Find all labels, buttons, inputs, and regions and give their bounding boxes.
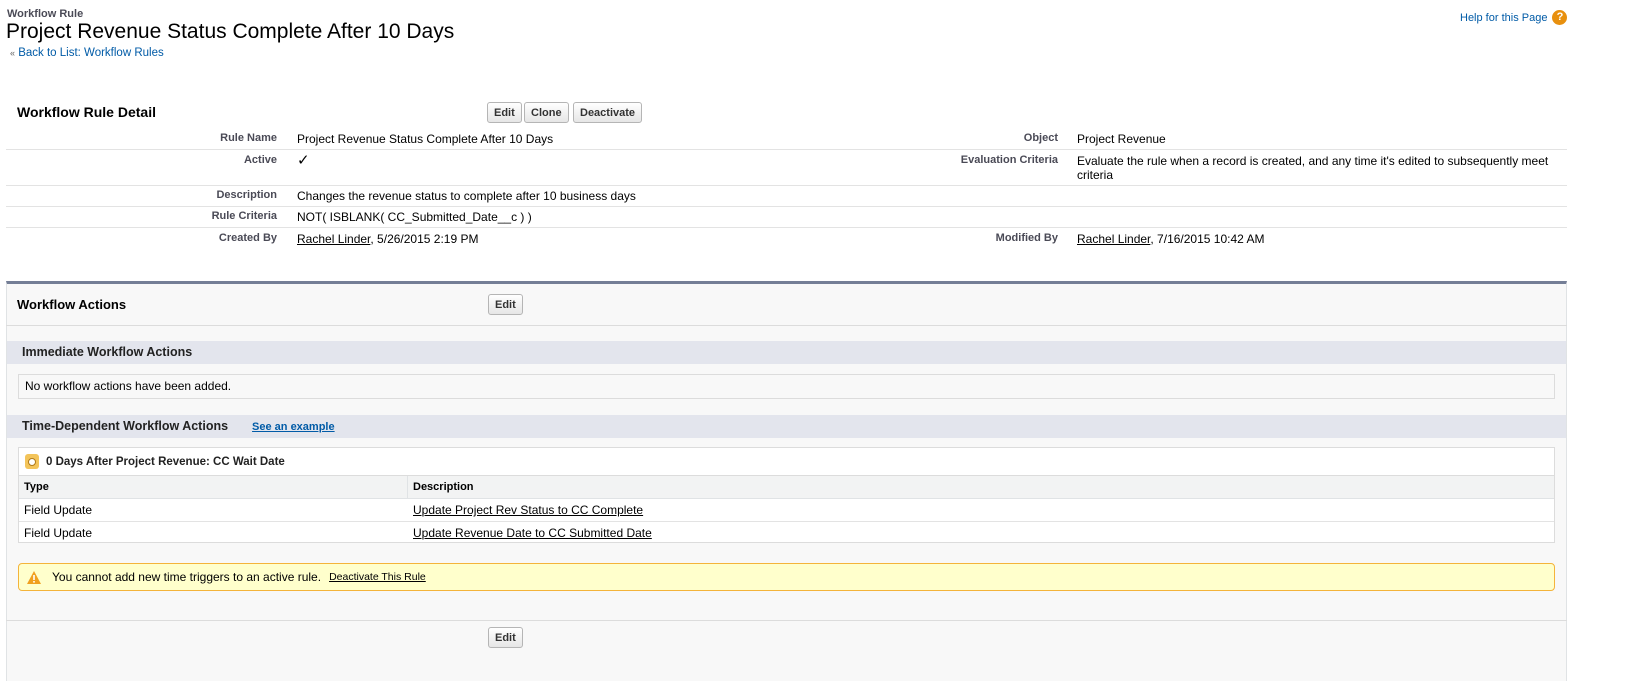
description-label: Description	[216, 189, 277, 201]
immediate-actions-empty: No workflow actions have been added.	[18, 374, 1555, 399]
active-label: Active	[243, 154, 277, 166]
time-trigger-header: 0 Days After Project Revenue: CC Wait Da…	[19, 448, 1554, 476]
created-by-user-link[interactable]: Rachel Linder	[297, 232, 370, 246]
back-link-text[interactable]: Back to List: Workflow Rules	[18, 47, 164, 59]
workflow-actions-title: Workflow Actions	[17, 297, 127, 312]
back-link[interactable]: « Back to List: Workflow Rules	[10, 47, 164, 59]
modified-date: , 7/16/2015 10:42 AM	[1150, 232, 1265, 246]
modified-by-value: Rachel Linder, 7/16/2015 10:42 AM	[1077, 232, 1567, 246]
divider	[6, 325, 1567, 326]
created-by-value: Rachel Linder, 5/26/2015 2:19 PM	[297, 232, 478, 246]
rule-name-value: Project Revenue Status Complete After 10…	[297, 132, 554, 146]
divider	[6, 620, 1567, 621]
edit-button[interactable]: Edit	[487, 102, 522, 123]
divider	[6, 206, 1567, 207]
rule-name-label: Rule Name	[220, 132, 277, 144]
time-trigger-box: 0 Days After Project Revenue: CC Wait Da…	[18, 447, 1555, 543]
row-description-link[interactable]: Update Revenue Date to CC Submitted Date	[408, 522, 652, 544]
time-dependent-title: Time-Dependent Workflow Actions	[22, 419, 229, 433]
warning-icon	[27, 570, 41, 584]
divider	[6, 227, 1567, 228]
warning-message: You cannot add new time triggers to an a…	[18, 563, 1555, 591]
detail-title: Workflow Rule Detail	[17, 104, 156, 120]
bottom-edit-button[interactable]: Edit	[488, 627, 523, 648]
immediate-actions-header: Immediate Workflow Actions	[7, 341, 1566, 364]
row-type: Field Update	[24, 503, 93, 517]
deactivate-rule-link[interactable]: Deactivate This Rule	[329, 571, 426, 583]
help-icon: ?	[1552, 10, 1568, 25]
modified-by-user-link[interactable]: Rachel Linder	[1077, 232, 1150, 246]
page-title: Project Revenue Status Complete After 10…	[6, 20, 455, 43]
time-dependent-header: Time-Dependent Workflow Actions See an ex…	[7, 415, 1566, 438]
table-header: Type Description	[19, 476, 1554, 499]
object-label: Object	[1023, 132, 1058, 144]
help-link-text[interactable]: Help for this Page	[1460, 12, 1547, 24]
warning-text: You cannot add new time triggers to an a…	[52, 570, 322, 584]
table-row: Field Update Update Project Rev Status t…	[19, 499, 1554, 522]
actions-edit-button[interactable]: Edit	[488, 294, 523, 315]
back-prefix: «	[10, 48, 16, 58]
table-row: Field Update Update Revenue Date to CC S…	[19, 522, 1554, 544]
rule-criteria-value: NOT( ISBLANK( CC_Submitted_Date__c ) )	[297, 210, 532, 224]
clone-button[interactable]: Clone	[524, 102, 569, 123]
page-type: Workflow Rule	[7, 8, 84, 20]
row-description-link[interactable]: Update Project Rev Status to CC Complete	[408, 499, 643, 521]
deactivate-button[interactable]: Deactivate	[573, 102, 643, 123]
row-type: Field Update	[24, 526, 93, 540]
description-value: Changes the revenue status to complete a…	[297, 189, 636, 203]
column-description: Description	[413, 481, 474, 493]
column-type: Type	[19, 476, 408, 498]
object-value: Project Revenue	[1077, 132, 1166, 146]
active-checkmark-icon: ✓	[297, 152, 310, 169]
help-link[interactable]: Help for this Page ?	[1460, 10, 1568, 25]
created-date: , 5/26/2015 2:19 PM	[370, 232, 479, 246]
divider	[6, 185, 1567, 186]
rule-criteria-label: Rule Criteria	[211, 210, 277, 222]
modified-by-label: Modified By	[995, 232, 1058, 244]
divider	[6, 149, 1567, 150]
evaluation-criteria-value: Evaluate the rule when a record is creat…	[1077, 154, 1549, 182]
evaluation-criteria-label: Evaluation Criteria	[960, 154, 1058, 166]
created-by-label: Created By	[218, 232, 277, 244]
time-trigger-label: 0 Days After Project Revenue: CC Wait Da…	[46, 455, 285, 468]
see-example-link[interactable]: See an example	[252, 421, 335, 433]
clock-icon	[25, 454, 39, 469]
